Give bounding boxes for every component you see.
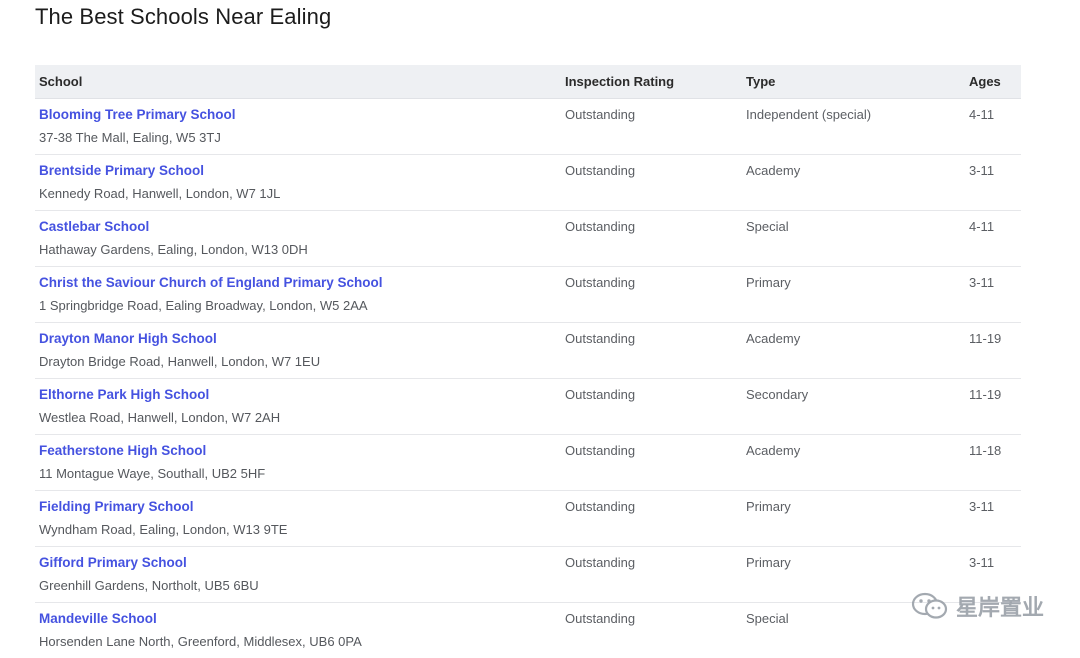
cell-inspection-rating: Outstanding xyxy=(561,491,742,547)
school-address: Hathaway Gardens, Ealing, London, W13 0D… xyxy=(39,242,557,258)
cell-inspection-rating: Outstanding xyxy=(561,267,742,323)
cell-school: Elthorne Park High School Westlea Road, H… xyxy=(35,379,561,435)
school-address: Horsenden Lane North, Greenford, Middles… xyxy=(39,634,557,650)
cell-ages: 3-11 xyxy=(965,267,1021,323)
cell-ages: 11-18 xyxy=(965,435,1021,491)
table-header-row: School Inspection Rating Type Ages xyxy=(35,65,1021,99)
school-address: Westlea Road, Hanwell, London, W7 2AH xyxy=(39,410,557,426)
wechat-icon xyxy=(910,591,950,621)
table-row: Drayton Manor High School Drayton Bridge … xyxy=(35,323,1021,379)
school-name-link[interactable]: Blooming Tree Primary School xyxy=(39,107,557,123)
cell-ages: 4-11 xyxy=(965,99,1021,155)
cell-ages: 11-19 xyxy=(965,379,1021,435)
column-header-inspection-rating[interactable]: Inspection Rating xyxy=(561,65,742,99)
school-address: Kennedy Road, Hanwell, London, W7 1JL xyxy=(39,186,557,202)
table-row: Featherstone High School 11 Montague Waye… xyxy=(35,435,1021,491)
school-name-link[interactable]: Featherstone High School xyxy=(39,443,557,459)
school-address: Wyndham Road, Ealing, London, W13 9TE xyxy=(39,522,557,538)
cell-inspection-rating: Outstanding xyxy=(561,435,742,491)
table-row: Fielding Primary School Wyndham Road, Eal… xyxy=(35,491,1021,547)
table-row: Gifford Primary School Greenhill Gardens,… xyxy=(35,547,1021,603)
school-name-link[interactable]: Elthorne Park High School xyxy=(39,387,557,403)
school-address: Drayton Bridge Road, Hanwell, London, W7… xyxy=(39,354,557,370)
school-address: 1 Springbridge Road, Ealing Broadway, Lo… xyxy=(39,298,557,314)
school-address: Greenhill Gardens, Northolt, UB5 6BU xyxy=(39,578,557,594)
cell-school: Gifford Primary School Greenhill Gardens,… xyxy=(35,547,561,603)
cell-inspection-rating: Outstanding xyxy=(561,99,742,155)
school-name-link[interactable]: Drayton Manor High School xyxy=(39,331,557,347)
cell-ages: 3-11 xyxy=(965,155,1021,211)
table-row: Elthorne Park High School Westlea Road, H… xyxy=(35,379,1021,435)
cell-school: Fielding Primary School Wyndham Road, Eal… xyxy=(35,491,561,547)
schools-table: School Inspection Rating Type Ages Bloom… xyxy=(35,65,1021,658)
cell-ages: 4-11 xyxy=(965,211,1021,267)
table-row: Christ the Saviour Church of England Pri… xyxy=(35,267,1021,323)
school-name-link[interactable]: Brentside Primary School xyxy=(39,163,557,179)
watermark-text: 星岸置业 xyxy=(956,590,1044,622)
school-name-link[interactable]: Gifford Primary School xyxy=(39,555,557,571)
cell-school: Christ the Saviour Church of England Pri… xyxy=(35,267,561,323)
page-title: The Best Schools Near Ealing xyxy=(35,4,331,30)
cell-ages: 3-11 xyxy=(965,491,1021,547)
cell-type: Primary xyxy=(742,491,965,547)
cell-inspection-rating: Outstanding xyxy=(561,547,742,603)
column-header-ages[interactable]: Ages xyxy=(965,65,1021,99)
watermark: 星岸置业 xyxy=(910,590,1044,622)
cell-inspection-rating: Outstanding xyxy=(561,211,742,267)
column-header-school[interactable]: School xyxy=(35,65,561,99)
cell-type: Academy xyxy=(742,323,965,379)
column-header-type[interactable]: Type xyxy=(742,65,965,99)
cell-type: Independent (special) xyxy=(742,99,965,155)
cell-type: Academy xyxy=(742,435,965,491)
cell-type: Academy xyxy=(742,155,965,211)
table-row: Castlebar School Hathaway Gardens, Ealing… xyxy=(35,211,1021,267)
school-name-link[interactable]: Castlebar School xyxy=(39,219,557,235)
school-address: 11 Montague Waye, Southall, UB2 5HF xyxy=(39,466,557,482)
cell-school: Drayton Manor High School Drayton Bridge … xyxy=(35,323,561,379)
cell-type: Secondary xyxy=(742,379,965,435)
cell-type: Primary xyxy=(742,267,965,323)
cell-inspection-rating: Outstanding xyxy=(561,155,742,211)
cell-inspection-rating: Outstanding xyxy=(561,603,742,658)
cell-school: Blooming Tree Primary School 37-38 The Ma… xyxy=(35,99,561,155)
cell-school: Featherstone High School 11 Montague Waye… xyxy=(35,435,561,491)
table-row: Brentside Primary School Kennedy Road, Ha… xyxy=(35,155,1021,211)
cell-type: Special xyxy=(742,211,965,267)
table-row: Mandeville School Horsenden Lane North, G… xyxy=(35,603,1021,658)
table-row: Blooming Tree Primary School 37-38 The Ma… xyxy=(35,99,1021,155)
school-name-link[interactable]: Christ the Saviour Church of England Pri… xyxy=(39,275,557,291)
cell-inspection-rating: Outstanding xyxy=(561,323,742,379)
cell-school: Brentside Primary School Kennedy Road, Ha… xyxy=(35,155,561,211)
cell-inspection-rating: Outstanding xyxy=(561,379,742,435)
cell-ages: 11-19 xyxy=(965,323,1021,379)
cell-school: Mandeville School Horsenden Lane North, G… xyxy=(35,603,561,658)
school-name-link[interactable]: Mandeville School xyxy=(39,611,557,627)
cell-school: Castlebar School Hathaway Gardens, Ealing… xyxy=(35,211,561,267)
school-name-link[interactable]: Fielding Primary School xyxy=(39,499,557,515)
school-address: 37-38 The Mall, Ealing, W5 3TJ xyxy=(39,130,557,146)
